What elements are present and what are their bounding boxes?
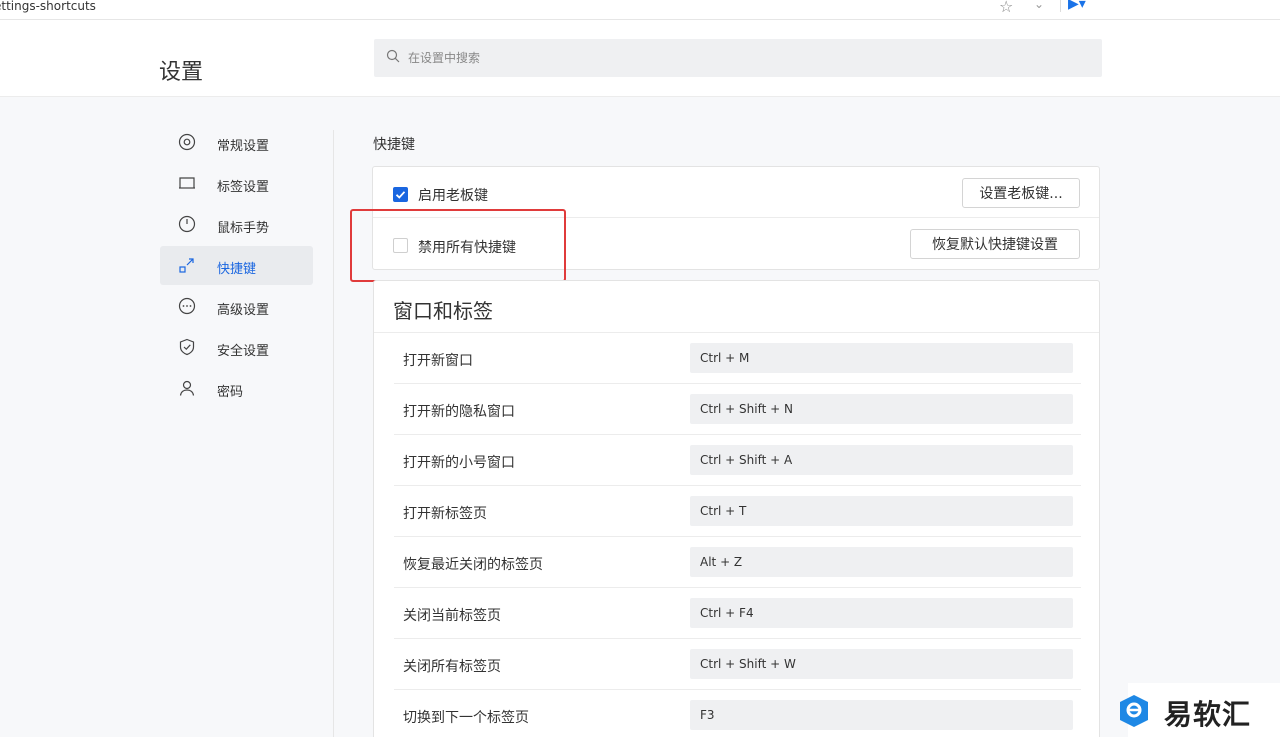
watermark: 易软汇 <box>1120 683 1280 737</box>
shortcut-options-card: 启用老板键 设置老板键... 禁用所有快捷键 恢复默认快捷键设置 <box>372 166 1100 270</box>
shortcut-key-value: Ctrl + T <box>700 504 747 518</box>
checkmark-icon <box>395 191 406 199</box>
shortcut-key-value: Ctrl + M <box>700 351 750 365</box>
address-url[interactable]: ettings-shortcuts <box>0 0 96 12</box>
toolbar-separator <box>1060 0 1061 12</box>
shortcut-key-value: Ctrl + Shift + N <box>700 402 793 416</box>
sidebar-item-label: 快捷键 <box>217 262 257 277</box>
disable-all-label: 禁用所有快捷键 <box>418 240 516 256</box>
sidebar-divider <box>333 130 334 737</box>
tab-icon <box>179 177 195 189</box>
window-tabs-title: 窗口和标签 <box>393 299 493 323</box>
shortcut-label: 切换到下一个标签页 <box>403 710 529 726</box>
sidebar-item-label: 安全设置 <box>217 344 270 359</box>
shortcut-label: 打开新窗口 <box>403 353 473 369</box>
shortcut-key-field[interactable]: Ctrl + Shift + A <box>690 445 1073 475</box>
table-row: 打开新标签页 Ctrl + T <box>394 486 1081 537</box>
bookmark-star-icon[interactable]: ☆ <box>999 0 1013 16</box>
sidebar-item-label: 标签设置 <box>217 180 270 195</box>
sidebar-item-advanced[interactable]: 高级设置 <box>160 287 313 326</box>
section-title: 快捷键 <box>373 137 415 153</box>
sidebar-item-general[interactable]: 常规设置 <box>160 123 313 162</box>
search-input[interactable] <box>408 39 1088 77</box>
mouse-icon <box>178 215 196 233</box>
restore-default-shortcuts-button[interactable]: 恢复默认快捷键设置 <box>910 229 1080 259</box>
shortcut-key-field[interactable]: Ctrl + F4 <box>690 598 1073 628</box>
bing-icon[interactable]: ▶▾ <box>1068 0 1086 12</box>
search-icon <box>386 49 400 63</box>
shortcut-key-value: F3 <box>700 708 715 722</box>
chevron-down-icon[interactable]: ⌄ <box>1034 0 1044 11</box>
settings-sidebar: 常规设置 标签设置 鼠标手势 快捷键 高级设置 安全设置 密码 <box>160 123 313 410</box>
more-dots-icon <box>178 297 196 315</box>
shortcut-key-field[interactable]: Alt + Z <box>690 547 1073 577</box>
shortcut-key-value: Ctrl + Shift + W <box>700 657 796 671</box>
sidebar-item-label: 密码 <box>217 385 244 400</box>
user-icon <box>179 380 195 396</box>
shortcut-label: 打开新的小号窗口 <box>403 455 515 471</box>
table-row: 关闭所有标签页 Ctrl + Shift + W <box>394 639 1081 690</box>
sidebar-item-security[interactable]: 安全设置 <box>160 328 313 367</box>
disable-all-row: 禁用所有快捷键 恢复默认快捷键设置 <box>373 218 1099 270</box>
boss-key-label: 启用老板键 <box>418 188 488 204</box>
table-row: 恢复最近关闭的标签页 Alt + Z <box>394 537 1081 588</box>
table-row: 打开新的小号窗口 Ctrl + Shift + A <box>394 435 1081 486</box>
watermark-logo-icon <box>1120 695 1148 727</box>
window-tabs-card: 窗口和标签 打开新窗口 Ctrl + M 打开新的隐私窗口 Ctrl + Shi… <box>373 280 1100 737</box>
shortcut-key-value: Alt + Z <box>700 555 743 569</box>
table-row: 关闭当前标签页 Ctrl + F4 <box>394 588 1081 639</box>
shortcut-key-field[interactable]: Ctrl + Shift + N <box>690 394 1073 424</box>
sidebar-item-label: 鼠标手势 <box>217 221 270 236</box>
boss-key-row: 启用老板键 设置老板键... <box>373 167 1099 218</box>
window-tabs-header: 窗口和标签 <box>374 281 1099 333</box>
settings-header: 设置 <box>0 20 1280 97</box>
table-row: 切换到下一个标签页 F3 <box>394 690 1081 737</box>
shortcut-label: 打开新的隐私窗口 <box>403 404 515 420</box>
general-settings-icon <box>178 133 196 151</box>
sidebar-item-password[interactable]: 密码 <box>160 369 313 408</box>
disable-all-checkbox[interactable] <box>393 238 408 253</box>
shortcut-arrow-icon <box>179 258 194 273</box>
sidebar-item-label: 常规设置 <box>217 139 270 154</box>
watermark-text: 易软汇 <box>1164 698 1252 731</box>
shortcut-key-value: Ctrl + F4 <box>700 606 754 620</box>
boss-key-checkbox[interactable] <box>393 187 408 202</box>
page-title: 设置 <box>159 60 204 85</box>
address-bar[interactable]: ettings-shortcuts ☆ ⌄ ▶▾ <box>0 0 1280 20</box>
set-boss-key-button[interactable]: 设置老板键... <box>962 178 1080 208</box>
sidebar-item-tabs[interactable]: 标签设置 <box>160 164 313 203</box>
shortcut-key-field[interactable]: Ctrl + M <box>690 343 1073 373</box>
shortcut-key-field[interactable]: Ctrl + Shift + W <box>690 649 1073 679</box>
shortcut-key-field[interactable]: F3 <box>690 700 1073 730</box>
shortcut-label: 打开新标签页 <box>403 506 487 522</box>
sidebar-item-mouse-gesture[interactable]: 鼠标手势 <box>160 205 313 244</box>
shortcut-label: 恢复最近关闭的标签页 <box>403 557 543 573</box>
shortcut-label: 关闭所有标签页 <box>403 659 501 675</box>
shortcut-label: 关闭当前标签页 <box>403 608 501 624</box>
shortcut-key-value: Ctrl + Shift + A <box>700 453 793 467</box>
sidebar-item-label: 高级设置 <box>217 303 270 318</box>
table-row: 打开新的隐私窗口 Ctrl + Shift + N <box>394 384 1081 435</box>
shortcut-key-field[interactable]: Ctrl + T <box>690 496 1073 526</box>
sidebar-item-shortcuts[interactable]: 快捷键 <box>160 246 313 285</box>
shield-icon <box>179 338 195 356</box>
search-box[interactable] <box>374 39 1102 77</box>
table-row: 打开新窗口 Ctrl + M <box>394 333 1081 384</box>
